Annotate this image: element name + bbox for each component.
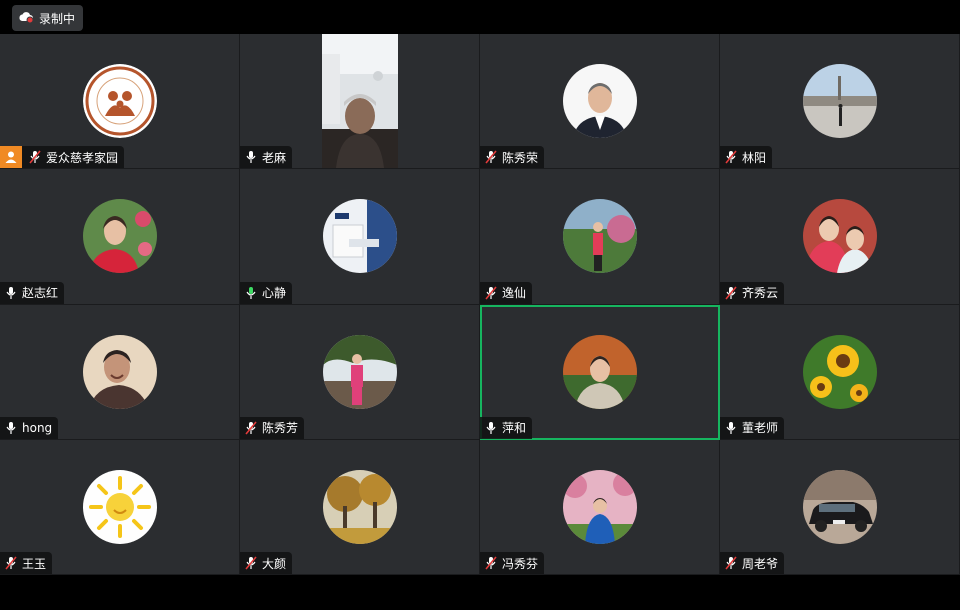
participant-name: 老麻 xyxy=(262,150,287,165)
participant-tile[interactable]: 爱众慈孝家园 xyxy=(0,34,240,170)
portrait-avatar xyxy=(562,64,637,139)
plaza-avatar xyxy=(802,64,877,139)
sunflowers-avatar xyxy=(802,334,877,409)
mic-muted-icon xyxy=(484,149,498,165)
participant-tile[interactable]: 周老爷 xyxy=(720,439,960,575)
nameplate: hong xyxy=(0,416,59,439)
cloud-record-icon xyxy=(18,10,34,27)
participant-tile[interactable]: hong xyxy=(0,304,240,440)
black-car-avatar xyxy=(802,469,877,544)
participant-name: 陈秀芳 xyxy=(262,421,299,436)
participant-name: 齐秀云 xyxy=(742,286,779,300)
participant-name: 董老师 xyxy=(742,421,779,436)
participant-tile[interactable]: 心静 xyxy=(240,169,480,305)
woman-smiling-avatar xyxy=(82,334,157,409)
mic-icon xyxy=(484,420,498,436)
nameplate: 董老师 xyxy=(720,416,785,439)
recording-indicator[interactable]: 录制中 xyxy=(12,5,84,31)
participant-grid: 爱众慈孝家园 老麻 陈秀荣 林阳 赵志红 心静 逸仙 齐秀云 hong 陈秀芳 … xyxy=(0,34,960,575)
autumn-trees-avatar xyxy=(322,469,397,544)
recording-label: 录制中 xyxy=(39,11,76,26)
woman-autumn-avatar xyxy=(562,334,637,409)
participant-name: 陈秀荣 xyxy=(502,150,539,165)
participant-name: 大颜 xyxy=(262,556,287,571)
participant-name: 冯秀芬 xyxy=(502,556,539,571)
bottom-bar xyxy=(0,575,960,610)
nameplate: 赵志红 xyxy=(0,281,65,304)
nameplate: 周老爷 xyxy=(720,552,785,574)
nameplate: 大颜 xyxy=(240,552,293,574)
mic-muted-icon xyxy=(484,285,498,301)
participant-tile[interactable]: 逸仙 xyxy=(480,169,720,305)
mic-muted-icon xyxy=(4,555,18,571)
participant-tile[interactable]: 大颜 xyxy=(240,439,480,575)
host-user-icon xyxy=(0,146,22,169)
nameplate: 老麻 xyxy=(240,146,293,169)
mic-muted-icon xyxy=(244,555,258,571)
mic-muted-icon xyxy=(244,420,258,436)
participant-name: 爱众慈孝家园 xyxy=(46,150,119,165)
participant-tile[interactable]: 赵志红 xyxy=(0,169,240,305)
participant-tile[interactable]: 陈秀芳 xyxy=(240,304,480,440)
nameplate: 心静 xyxy=(240,281,293,304)
sun-drawing-avatar xyxy=(82,469,157,544)
woman-tree-avatar xyxy=(322,334,397,409)
room-avatar xyxy=(322,199,397,274)
participant-tile-active[interactable]: 萍和 xyxy=(480,304,720,440)
nameplate: 林阳 xyxy=(720,146,773,169)
woman-blossoms-avatar xyxy=(562,469,637,544)
participant-name: hong xyxy=(22,420,53,435)
nameplate: 齐秀云 xyxy=(720,281,785,304)
video-feed xyxy=(322,34,398,168)
woman-park-avatar xyxy=(562,199,637,274)
participant-name: 周老爷 xyxy=(742,556,779,571)
participant-tile[interactable]: 王玉 xyxy=(0,439,240,575)
nameplate: 萍和 xyxy=(480,416,533,439)
nameplate: 逸仙 xyxy=(480,281,533,304)
mic-muted-icon xyxy=(28,149,42,165)
mic-icon xyxy=(4,420,18,436)
mic-muted-icon xyxy=(484,555,498,571)
participant-name: 王玉 xyxy=(22,556,47,571)
participant-name: 赵志红 xyxy=(22,286,59,300)
nameplate: 陈秀荣 xyxy=(480,146,545,169)
nameplate: 冯秀芬 xyxy=(480,552,545,574)
mic-speaking-icon xyxy=(244,285,258,301)
nameplate: 爱众慈孝家园 xyxy=(0,146,125,169)
participant-name: 林阳 xyxy=(742,150,767,165)
woman-flowers-avatar xyxy=(82,199,157,274)
kids-avatar xyxy=(802,199,877,274)
logo-avatar xyxy=(82,64,157,139)
mic-icon xyxy=(244,149,258,165)
nameplate: 陈秀芳 xyxy=(240,416,305,439)
mic-muted-icon xyxy=(724,149,738,165)
participant-name: 逸仙 xyxy=(502,286,527,300)
participant-tile[interactable]: 陈秀荣 xyxy=(480,34,720,170)
participant-tile[interactable]: 冯秀芬 xyxy=(480,439,720,575)
mic-muted-icon xyxy=(724,285,738,301)
mic-icon xyxy=(4,285,18,301)
top-bar xyxy=(0,0,960,34)
nameplate: 王玉 xyxy=(0,552,53,574)
participant-tile[interactable]: 董老师 xyxy=(720,304,960,440)
mic-icon xyxy=(724,420,738,436)
participant-tile[interactable]: 林阳 xyxy=(720,34,960,170)
participant-name: 萍和 xyxy=(502,421,527,436)
participant-tile[interactable]: 齐秀云 xyxy=(720,169,960,305)
participant-tile[interactable]: 老麻 xyxy=(240,34,480,170)
participant-name: 心静 xyxy=(262,286,287,300)
mic-muted-icon xyxy=(724,555,738,571)
